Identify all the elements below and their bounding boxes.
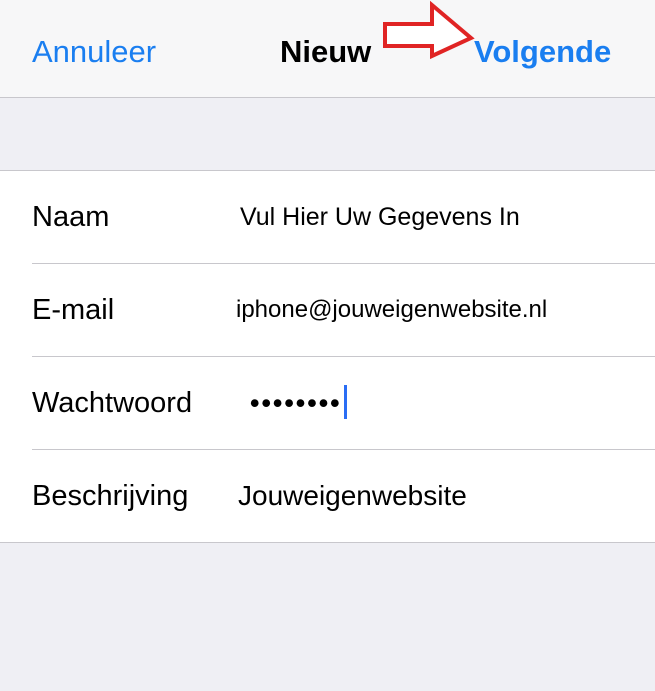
password-label: Wachtwoord [32,387,193,419]
next-button[interactable]: Volgende [474,32,611,72]
navigation-bar: Annuleer Nieuw Volgende [0,0,655,98]
description-row[interactable]: Beschrijving Jouweigenwebsite [0,450,655,543]
password-row[interactable]: Wachtwoord •••••••• [0,357,655,450]
description-label: Beschrijving [32,480,189,512]
text-caret [343,385,347,419]
email-row[interactable]: E-mail iphone@jouweigenwebsite.nl [0,264,655,357]
cancel-button[interactable]: Annuleer [32,32,156,72]
password-dots: •••••••• [250,388,342,418]
description-field[interactable]: Jouweigenwebsite [238,476,467,516]
email-label: E-mail [32,294,115,326]
name-label: Naam [32,201,110,233]
page-title: Nieuw [280,34,372,69]
email-field[interactable]: iphone@jouweigenwebsite.nl [236,290,547,330]
red-arrow-icon [383,0,475,60]
password-field[interactable]: •••••••• [250,383,347,424]
name-field[interactable]: Vul Hier Uw Gegevens In [240,197,520,237]
name-row[interactable]: Naam Vul Hier Uw Gegevens In [0,171,655,264]
account-form: Naam Vul Hier Uw Gegevens In E-mail ipho… [0,170,655,543]
